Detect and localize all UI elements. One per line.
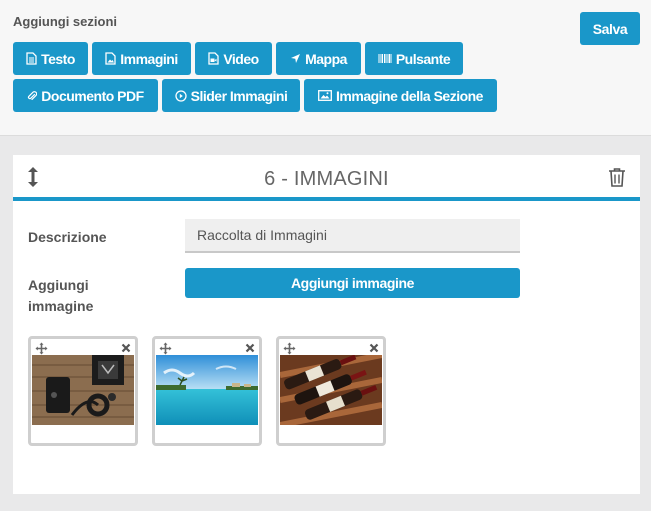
add-button-label: Pulsante — [395, 50, 451, 67]
barcode-icon — [378, 54, 392, 63]
location-arrow-icon — [291, 54, 301, 63]
images-section-panel: 6 - IMMAGINI Descrizione Aggiungi immagi… — [13, 155, 640, 494]
add-video-label: Video — [223, 50, 259, 67]
drag-move-icon[interactable] — [159, 342, 172, 355]
video-file-icon — [208, 52, 219, 65]
image-headphones — [32, 355, 134, 425]
add-images-button[interactable]: Immagini — [92, 42, 191, 75]
trash-icon[interactable] — [608, 167, 626, 187]
image-thumbnail[interactable] — [276, 336, 386, 446]
add-section-image-label: Immagine della Sezione — [336, 87, 483, 104]
add-map-button[interactable]: Mappa — [276, 42, 361, 75]
image-file-icon — [105, 52, 116, 65]
toolbar-title: Aggiungi sezioni — [13, 14, 117, 29]
remove-icon[interactable] — [245, 343, 255, 353]
add-image-label-line1: Aggiungi — [28, 277, 89, 293]
sections-toolbar: Aggiungi sezioni Salva Testo Immagini Vi… — [0, 0, 651, 136]
add-slider-button[interactable]: Slider Immagini — [162, 79, 300, 112]
image-thumbnail[interactable] — [152, 336, 262, 446]
paperclip-icon — [28, 90, 38, 100]
description-input[interactable] — [185, 219, 520, 253]
remove-icon[interactable] — [369, 343, 379, 353]
add-text-label: Testo — [41, 50, 75, 67]
add-button-button[interactable]: Pulsante — [365, 42, 463, 75]
play-circle-icon — [174, 89, 187, 102]
add-text-button[interactable]: Testo — [13, 42, 88, 75]
add-images-label: Immagini — [120, 50, 178, 67]
add-image-button[interactable]: Aggiungi immagine — [185, 268, 520, 298]
add-pdf-label: Documento PDF — [41, 87, 144, 104]
description-label: Descrizione — [28, 229, 107, 245]
remove-icon[interactable] — [121, 343, 131, 353]
drag-move-icon[interactable] — [35, 342, 48, 355]
image-thumbnail[interactable] — [28, 336, 138, 446]
add-video-button[interactable]: Video — [195, 42, 272, 75]
add-image-label-line2: immagine — [28, 298, 94, 314]
picture-icon — [318, 90, 332, 101]
save-button[interactable]: Salva — [580, 12, 640, 45]
add-map-label: Mappa — [305, 50, 347, 67]
add-section-image-button[interactable]: Immagine della Sezione — [304, 79, 497, 112]
image-tropical-sea — [156, 355, 258, 425]
drag-move-icon[interactable] — [283, 342, 296, 355]
add-slider-label: Slider Immagini — [190, 87, 288, 104]
section-title: 6 - IMMAGINI — [264, 168, 389, 190]
section-header: 6 - IMMAGINI — [13, 155, 640, 201]
add-pdf-button[interactable]: Documento PDF — [13, 79, 158, 112]
file-text-icon — [26, 52, 37, 65]
image-wine-bottles — [280, 355, 382, 425]
